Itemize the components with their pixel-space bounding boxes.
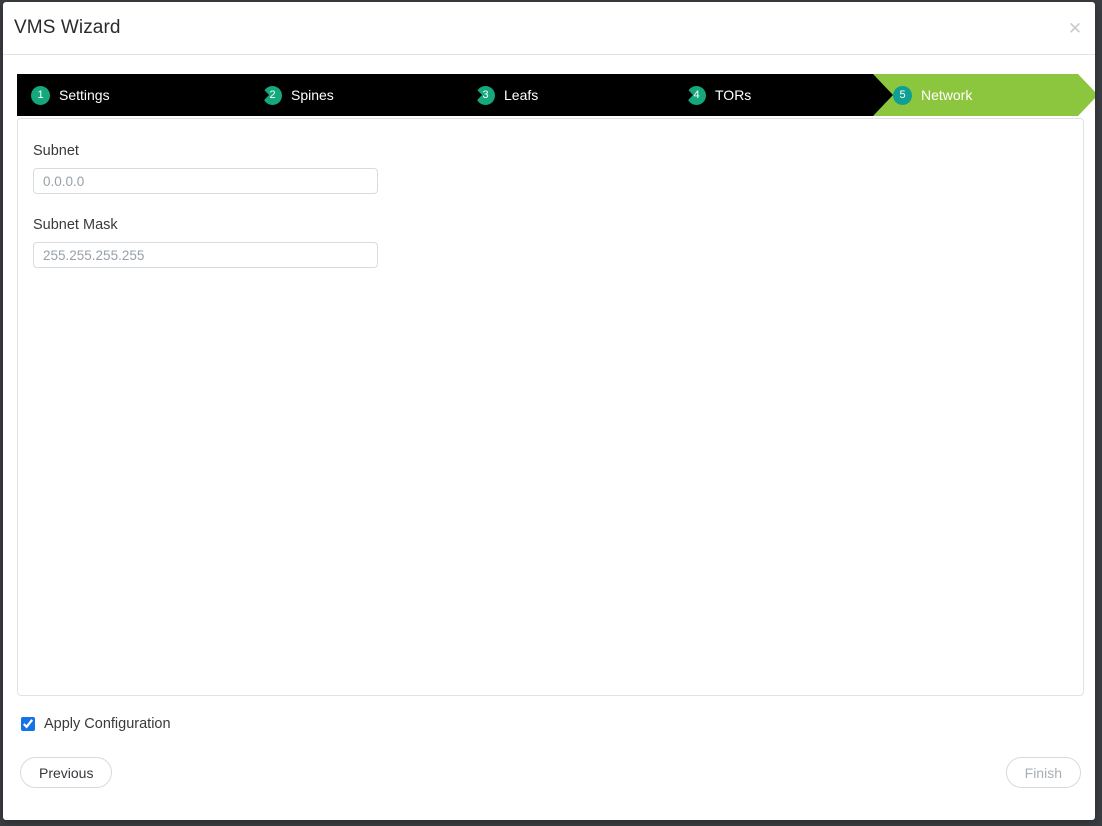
step-label: TORs	[715, 87, 751, 103]
wizard-step-network[interactable]: 5 Network	[873, 74, 1078, 116]
wizard-step-settings[interactable]: 1 Settings	[17, 74, 249, 116]
finish-button[interactable]: Finish	[1006, 757, 1081, 788]
wizard-step-tors[interactable]: 4 TORs	[673, 74, 873, 116]
wizard-content-panel: Subnet Subnet Mask	[17, 118, 1084, 696]
step-label: Settings	[59, 87, 110, 103]
step-number-badge: 5	[893, 86, 912, 105]
chevron-right-icon	[873, 74, 893, 116]
chevron-right-icon	[1078, 74, 1095, 116]
wizard-step-spines[interactable]: 2 Spines	[249, 74, 462, 116]
step-label: Spines	[291, 87, 334, 103]
apply-configuration-label[interactable]: Apply Configuration	[44, 716, 171, 732]
field-group-subnet: Subnet	[33, 143, 378, 194]
vms-wizard-dialog: VMS Wizard ✕ 1 Settings 2 Spines 3 Leafs…	[3, 2, 1095, 820]
dialog-titlebar: VMS Wizard ✕	[3, 2, 1095, 55]
subnet-label: Subnet	[33, 143, 378, 159]
subnet-input[interactable]	[33, 168, 378, 194]
field-group-subnet-mask: Subnet Mask	[33, 217, 378, 268]
previous-button[interactable]: Previous	[20, 757, 112, 788]
step-number-badge: 1	[31, 86, 50, 105]
chevron-right-icon	[462, 74, 482, 116]
subnet-mask-label: Subnet Mask	[33, 217, 378, 233]
step-label: Leafs	[504, 87, 538, 103]
apply-configuration-row: Apply Configuration	[21, 716, 171, 732]
wizard-step-bar: 1 Settings 2 Spines 3 Leafs 4 TORs 5 Net…	[17, 74, 1095, 116]
chevron-right-icon	[249, 74, 269, 116]
subnet-mask-input[interactable]	[33, 242, 378, 268]
chevron-right-icon	[673, 74, 693, 116]
close-icon[interactable]: ✕	[1064, 18, 1086, 40]
page-title: VMS Wizard	[14, 17, 121, 39]
wizard-step-leafs[interactable]: 3 Leafs	[462, 74, 673, 116]
apply-configuration-checkbox[interactable]	[21, 717, 35, 731]
step-label: Network	[921, 87, 972, 103]
